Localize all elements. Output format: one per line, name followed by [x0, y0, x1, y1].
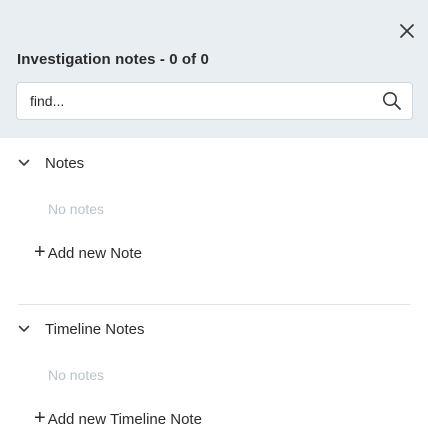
notes-section-toggle[interactable]: Notes [18, 152, 84, 174]
search-box[interactable] [16, 82, 413, 120]
chevron-down-icon [18, 159, 30, 166]
close-button[interactable] [396, 20, 418, 42]
notes-section-label: Notes [45, 154, 85, 172]
add-timeline-note-label: Add new Timeline Note [47, 410, 202, 428]
page-title: Investigation notes - 0 of 0 [17, 51, 209, 68]
plus-icon: + [34, 241, 46, 263]
add-note-button[interactable]: + Add new Note [34, 242, 142, 264]
timeline-notes-empty-text: No notes [48, 367, 105, 383]
timeline-notes-section-toggle[interactable]: Timeline Notes [18, 318, 144, 340]
add-note-label: Add new Note [47, 244, 142, 262]
search-icon[interactable] [382, 91, 402, 111]
chevron-down-icon [18, 325, 30, 332]
search-input[interactable] [17, 83, 380, 119]
section-divider [18, 304, 410, 305]
add-timeline-note-button[interactable]: + Add new Timeline Note [34, 408, 202, 430]
plus-icon: + [34, 407, 46, 429]
investigation-notes-panel: Investigation notes - 0 of 0 Notes No no… [0, 0, 428, 432]
close-icon [400, 24, 414, 38]
panel-header: Investigation notes - 0 of 0 [0, 0, 428, 138]
notes-empty-text: No notes [48, 201, 105, 217]
timeline-notes-section-label: Timeline Notes [45, 320, 145, 338]
